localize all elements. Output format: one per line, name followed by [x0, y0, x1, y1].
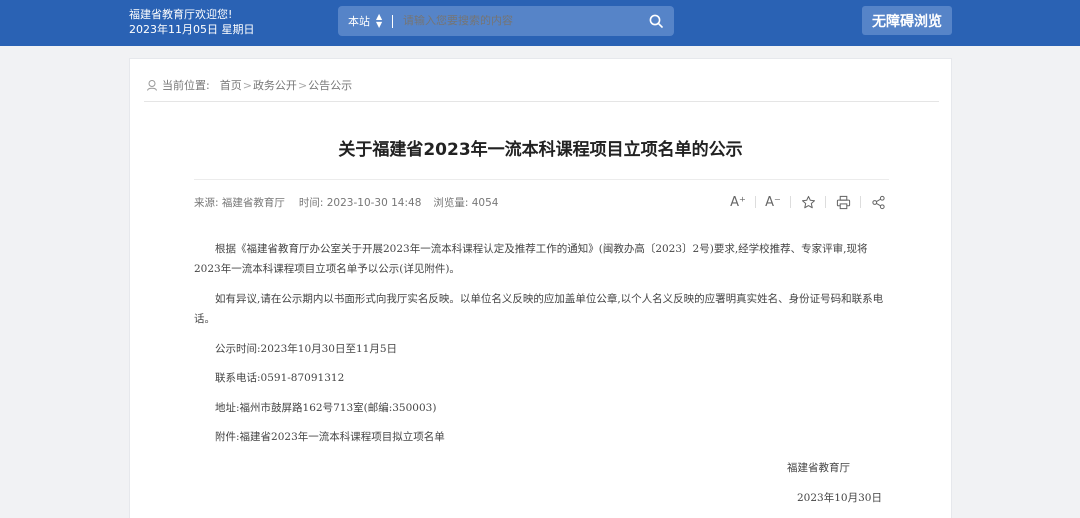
share-icon	[871, 195, 885, 209]
search-bar: 本站 ▲ ▼	[338, 6, 674, 36]
search-scope-select[interactable]: 本站 ▲ ▼	[338, 13, 392, 29]
notice-period: 公示时间:2023年10月30日至11月5日	[215, 342, 398, 355]
article-title: 关于福建省2023年一流本科课程项目立项名单的公示	[338, 140, 743, 160]
address: 地址:福州市鼓屏路162号713室(邮编:350003)	[215, 401, 437, 414]
breadcrumb-sep: >	[242, 78, 252, 92]
welcome-text: 福建省教育厅欢迎您!	[129, 8, 233, 21]
article-tools: A⁺ A⁻	[728, 193, 888, 211]
font-decrease-button[interactable]: A⁻	[763, 193, 783, 211]
contact-phone: 联系电话:0591-87091312	[215, 372, 345, 385]
breadcrumb: 当前位置: 首页 > 政务公开 > 公告公示	[146, 77, 352, 93]
tool-separator	[755, 196, 756, 208]
tool-separator	[860, 196, 861, 208]
search-separator	[392, 14, 393, 28]
share-button[interactable]	[868, 193, 888, 211]
location-icon	[147, 80, 157, 91]
signature: 福建省教育厅	[787, 462, 850, 474]
breadcrumb-sep: >	[297, 78, 308, 92]
breadcrumb-home[interactable]: 首页	[220, 77, 242, 93]
star-icon	[801, 195, 815, 208]
search-scope-value: 本站	[348, 15, 370, 28]
meta-views: 浏览量: 4054	[433, 197, 499, 209]
top-header: 福建省教育厅欢迎您! 2023年11月05日 星期日 本站 ▲▼ 无障碍浏览	[0, 0, 1080, 46]
article-paragraph: 如有异议,请在公示期内以书面形式向我厅实名反映。以单位名义反映的应加盖单位公章,…	[194, 293, 884, 325]
breadcrumb-notices[interactable]: 公告公示	[308, 77, 352, 93]
tool-separator	[825, 196, 826, 208]
breadcrumb-label: 当前位置:	[162, 79, 210, 92]
article-body: 根据《福建省教育厅办公室关于开展2023年一流本科课程认定及推荐工作的通知》(闽…	[194, 239, 890, 447]
search-button[interactable]	[638, 6, 674, 36]
search-icon	[649, 14, 663, 28]
title-divider	[194, 179, 889, 180]
article-meta: 来源: 福建省教育厅 时间: 2023-10-30 14:48 浏览量: 405…	[194, 195, 498, 210]
sign-date: 2023年10月30日	[797, 492, 882, 504]
breadcrumb-divider	[144, 101, 939, 102]
scope-arrows-icon: ▲ ▼	[376, 12, 383, 29]
current-date: 2023年11月05日 星期日	[129, 23, 255, 36]
breadcrumb-gov-affairs[interactable]: 政务公开	[253, 77, 297, 93]
attachment-link[interactable]: 附件:福建省2023年一流本科课程项目拟立项名单	[194, 427, 890, 447]
font-increase-button[interactable]: A⁺	[728, 193, 748, 211]
search-input[interactable]	[403, 15, 638, 27]
print-icon	[836, 195, 850, 209]
accessible-browse-button[interactable]: 无障碍浏览	[862, 6, 952, 35]
content-card: 当前位置: 首页 > 政务公开 > 公告公示 关于福建省2023年一流本科课程项…	[129, 58, 952, 518]
meta-source: 来源: 福建省教育厅	[194, 197, 285, 209]
favorite-button[interactable]	[798, 193, 818, 211]
meta-time: 时间: 2023-10-30 14:48	[298, 197, 422, 209]
article-paragraph: 根据《福建省教育厅办公室关于开展2023年一流本科课程认定及推荐工作的通知》(闽…	[194, 243, 868, 275]
welcome-block: 福建省教育厅欢迎您! 2023年11月05日 星期日	[129, 7, 255, 37]
tool-separator	[790, 196, 791, 208]
print-button[interactable]	[833, 193, 853, 211]
